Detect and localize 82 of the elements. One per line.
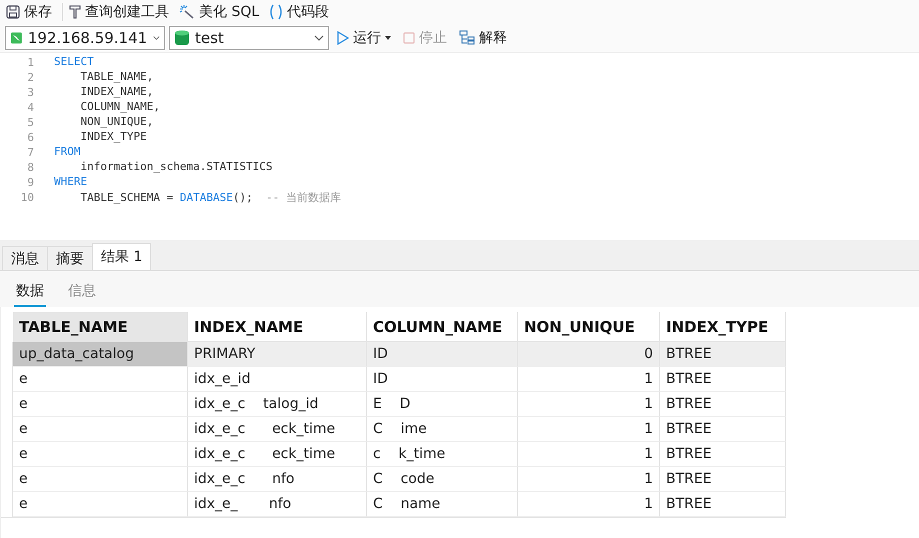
table-cell: 0 [518,342,660,367]
caret-icon [385,36,391,40]
chevron-down-icon [314,35,324,41]
line-number: 4 [26,100,35,115]
column-header[interactable]: COLUMN_NAME [367,312,518,342]
toolbar-button[interactable]: 查询创建工具 [67,1,175,23]
table-cell: idx_e_ nfo [188,492,367,517]
table-cell: BTREE [660,342,786,367]
hammer-icon [69,5,81,19]
table-cell: 1 [518,467,660,492]
table-cell: PRIMARY [188,342,367,367]
table-cell: BTREE [660,367,786,392]
line-number: 2 [26,70,35,85]
table-cell: e [13,417,188,442]
table-cell: ID [367,367,518,392]
code-line: COLUMN_NAME, [79,100,161,115]
table-cell: 1 [518,417,660,442]
table-cell: idx_e_c talog_id [188,392,367,417]
column-header[interactable]: NON_UNIQUE [518,312,660,342]
table-cell: BTREE [660,492,786,517]
connection-icon [11,30,22,46]
result-tab[interactable]: 结果 1 [92,243,152,270]
table-cell: e [13,442,188,467]
table-cell: idx_e_c nfo [188,467,367,492]
column-header[interactable]: INDEX_NAME [188,312,367,342]
table-cell: 1 [518,367,660,392]
line-number: 8 [26,160,35,175]
table-cell: C ime [367,417,518,442]
explain-button[interactable]: 解释 [455,26,511,50]
toolbar-button[interactable]: 代码段 [267,1,336,23]
toolbar-button[interactable]: 保存 [4,1,58,23]
code-line: information_schema.STATISTICS [79,160,274,175]
chevron-down-icon [153,35,160,41]
code-line: INDEX_NAME, [79,85,154,100]
code-line: SELECT [54,55,95,70]
table-cell: e [13,367,188,392]
line-number: 5 [26,115,35,130]
table-cell: BTREE [660,467,786,492]
result-tab[interactable]: 消息 [2,246,48,270]
table-cell: idx_e_c eck_time [188,442,367,467]
code-line: WHERE [54,175,88,190]
code-line: NON_UNIQUE, [79,115,154,130]
database-select[interactable]: test [169,26,329,50]
table-cell: 1 [518,442,660,467]
code-line: TABLE_SCHEMA = DATABASE(); -- 当前数据库 [79,190,342,205]
line-number: 3 [26,85,35,100]
line-number: 1 [26,55,35,70]
table-cell: BTREE [660,392,786,417]
run-button[interactable]: 运行 [333,26,395,50]
table-cell: BTREE [660,417,786,442]
code-line: TABLE_NAME, [79,70,154,85]
column-header[interactable]: INDEX_TYPE [660,312,786,342]
table-cell: up_data_catalog [13,342,188,367]
table-cell: 1 [518,492,660,517]
table-cell: c k_time [367,442,518,467]
stop-icon [403,32,415,44]
play-icon [337,31,349,45]
column-header[interactable]: TABLE_NAME [13,312,188,342]
save-icon [6,5,20,19]
table-cell: e [13,392,188,417]
line-number: 10 [20,190,35,205]
toolbar-button[interactable]: 美化 SQL [177,1,266,23]
code-line: INDEX_TYPE [79,130,148,145]
code-line: FROM [54,145,82,160]
line-number: 9 [26,175,35,190]
connection-select[interactable]: 192.168.59.141 [5,26,165,50]
table-cell: BTREE [660,442,786,467]
table-cell: idx_e_c eck_time [188,417,367,442]
line-number: 6 [26,130,35,145]
magic-wand-icon [179,5,195,19]
table-cell: e [13,492,188,517]
database-icon [175,30,189,46]
table-cell: C name [367,492,518,517]
table-cell: ID [367,342,518,367]
line-number: 7 [26,145,35,160]
explain-icon [459,30,475,46]
table-cell: e [13,467,188,492]
table-cell: idx_e_id [188,367,367,392]
parentheses-icon [269,4,284,20]
table-cell: E D [367,392,518,417]
table-cell: 1 [518,392,660,417]
table-cell: C code [367,467,518,492]
